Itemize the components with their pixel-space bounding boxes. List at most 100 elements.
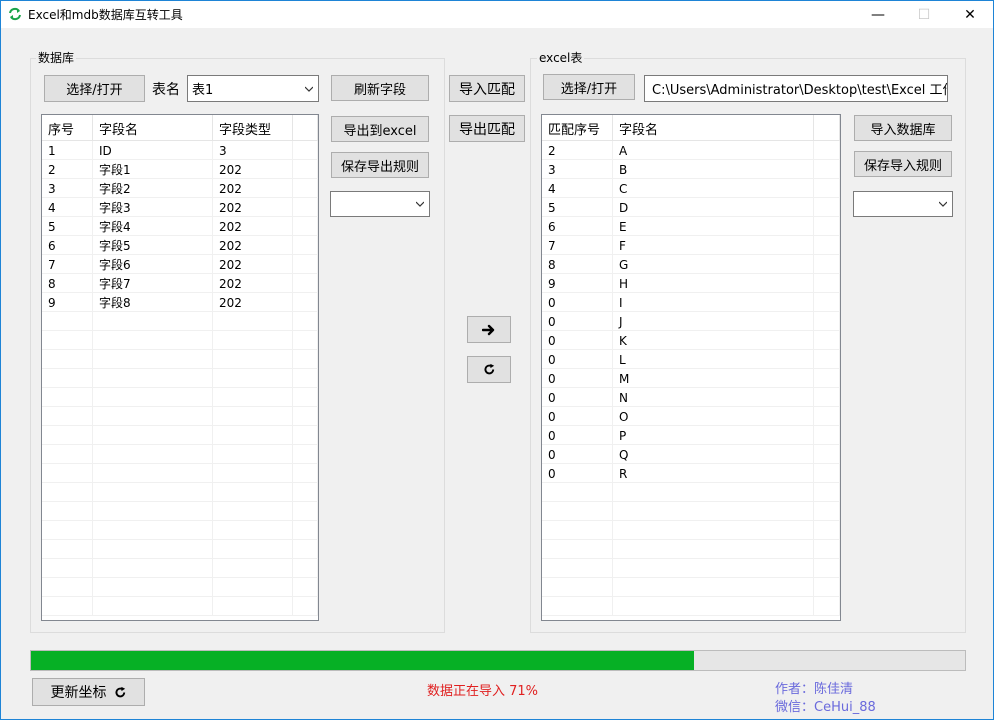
empty-row[interactable]: [42, 369, 318, 388]
table-row[interactable]: 2 字段1 202: [42, 160, 318, 179]
transfer-arrow-button[interactable]: [467, 316, 511, 343]
export-to-excel-button[interactable]: 导出到excel: [331, 116, 429, 142]
table-row[interactable]: 4 字段3 202: [42, 198, 318, 217]
table-row[interactable]: 9H: [542, 274, 840, 293]
table-row[interactable]: 6E: [542, 217, 840, 236]
table-row[interactable]: 1 ID 3: [42, 141, 318, 160]
column-header[interactable]: [293, 115, 318, 141]
table-row[interactable]: 0I: [542, 293, 840, 312]
empty-row[interactable]: [542, 559, 840, 578]
column-header[interactable]: 匹配序号: [542, 115, 613, 141]
import-to-db-button[interactable]: 导入数据库: [854, 115, 952, 141]
table-row[interactable]: 8G: [542, 255, 840, 274]
export-rule-select[interactable]: [330, 191, 430, 217]
excel-open-button[interactable]: 选择/打开: [543, 74, 635, 100]
minimize-button[interactable]: —: [855, 1, 901, 28]
table-cell: [814, 331, 840, 350]
table-row[interactable]: 0J: [542, 312, 840, 331]
empty-row[interactable]: [542, 483, 840, 502]
empty-row[interactable]: [42, 331, 318, 350]
table-cell: [814, 521, 840, 540]
empty-row[interactable]: [42, 502, 318, 521]
table-cell: [293, 445, 318, 464]
empty-row[interactable]: [42, 521, 318, 540]
empty-row[interactable]: [542, 597, 840, 616]
table-cell: M: [613, 369, 814, 388]
table-cell: L: [613, 350, 814, 369]
column-header[interactable]: 字段类型: [213, 115, 293, 141]
save-export-rule-button[interactable]: 保存导出规则: [331, 152, 429, 178]
empty-row[interactable]: [42, 312, 318, 331]
table-cell: [93, 540, 213, 559]
empty-row[interactable]: [542, 521, 840, 540]
column-header[interactable]: [814, 115, 840, 141]
table-cell: [814, 274, 840, 293]
empty-row[interactable]: [42, 483, 318, 502]
import-match-button[interactable]: 导入匹配: [449, 75, 525, 102]
empty-row[interactable]: [42, 350, 318, 369]
table-row[interactable]: 9 字段8 202: [42, 293, 318, 312]
empty-row[interactable]: [42, 445, 318, 464]
table-row[interactable]: 8 字段7 202: [42, 274, 318, 293]
export-match-button[interactable]: 导出匹配: [449, 115, 525, 142]
reset-button[interactable]: [467, 356, 511, 383]
table-name-value: 表1: [192, 83, 214, 98]
empty-row[interactable]: [42, 540, 318, 559]
table-row[interactable]: 7F: [542, 236, 840, 255]
table-row[interactable]: 5 字段4 202: [42, 217, 318, 236]
table-cell: 0: [542, 426, 613, 445]
empty-row[interactable]: [42, 578, 318, 597]
empty-row[interactable]: [542, 578, 840, 597]
column-header[interactable]: 字段名: [613, 115, 814, 141]
db-open-button[interactable]: 选择/打开: [44, 75, 145, 102]
table-cell: 0: [542, 312, 613, 331]
empty-row[interactable]: [42, 426, 318, 445]
excel-fields-grid[interactable]: 匹配序号 字段名 2A3B4C5D6E7F8G9H0I0J0K0L0M0N0O0…: [541, 114, 841, 621]
empty-row[interactable]: [42, 597, 318, 616]
column-header[interactable]: 序号: [42, 115, 93, 141]
table-cell: J: [613, 312, 814, 331]
empty-row[interactable]: [42, 464, 318, 483]
table-cell: F: [613, 236, 814, 255]
empty-row[interactable]: [542, 540, 840, 559]
maximize-button[interactable]: ☐: [901, 1, 947, 28]
table-row[interactable]: 0N: [542, 388, 840, 407]
column-header[interactable]: 字段名: [93, 115, 213, 141]
table-cell: 1: [42, 141, 93, 160]
table-cell: [613, 502, 814, 521]
table-row[interactable]: 0M: [542, 369, 840, 388]
table-cell: [213, 578, 293, 597]
table-name-select[interactable]: 表1: [187, 75, 319, 102]
table-row[interactable]: 4C: [542, 179, 840, 198]
table-cell: [293, 369, 318, 388]
table-cell: 2: [42, 160, 93, 179]
excel-grid-rows: 2A3B4C5D6E7F8G9H0I0J0K0L0M0N0O0P0Q0R: [542, 141, 840, 620]
table-cell: [293, 274, 318, 293]
table-row[interactable]: 3B: [542, 160, 840, 179]
table-row[interactable]: 0O: [542, 407, 840, 426]
empty-row[interactable]: [542, 502, 840, 521]
db-fields-grid[interactable]: 序号 字段名 字段类型 1 ID 3 2 字段1 202 3 字段2 202 4 字段3 202 5 字段…: [41, 114, 319, 621]
table-row[interactable]: 6 字段5 202: [42, 236, 318, 255]
update-coords-button[interactable]: 更新坐标: [32, 678, 145, 706]
table-row[interactable]: 0L: [542, 350, 840, 369]
save-import-rule-button[interactable]: 保存导入规则: [854, 151, 952, 177]
table-cell: [42, 426, 93, 445]
refresh-fields-button[interactable]: 刷新字段: [331, 75, 429, 101]
import-rule-select[interactable]: [853, 191, 953, 217]
empty-row[interactable]: [42, 559, 318, 578]
table-row[interactable]: 3 字段2 202: [42, 179, 318, 198]
table-row[interactable]: 0Q: [542, 445, 840, 464]
close-button[interactable]: ✕: [947, 1, 993, 28]
excel-path-input[interactable]: C:\Users\Administrator\Desktop\test\Exce…: [644, 75, 948, 102]
table-row[interactable]: 0R: [542, 464, 840, 483]
empty-row[interactable]: [42, 388, 318, 407]
table-cell: [93, 445, 213, 464]
table-row[interactable]: 5D: [542, 198, 840, 217]
table-row[interactable]: 2A: [542, 141, 840, 160]
table-row[interactable]: 7 字段6 202: [42, 255, 318, 274]
empty-row[interactable]: [42, 407, 318, 426]
table-row[interactable]: 0P: [542, 426, 840, 445]
table-row[interactable]: 0K: [542, 331, 840, 350]
table-cell: 3: [542, 160, 613, 179]
